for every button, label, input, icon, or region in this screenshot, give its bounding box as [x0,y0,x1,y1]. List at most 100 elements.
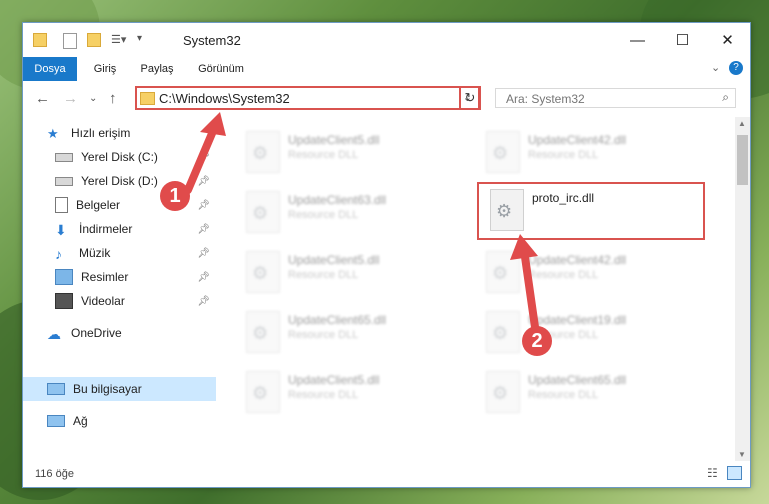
gear-icon: ⚙ [252,263,269,283]
maximize-button[interactable]: ☐ [660,23,705,57]
forward-icon[interactable]: → [63,90,78,107]
sidebar-item-label: Videolar [81,294,125,308]
videos-icon [55,293,73,309]
window-title: System32 [183,33,241,48]
step-badge-2: 2 [522,326,552,356]
ribbon-tabs: Dosya Giriş Paylaş Görünüm ⌄ ? [23,57,750,109]
explorer-window: ☰▾ ▾ System32 — ☐ ✕ Dosya Giriş Paylaş G… [22,22,751,488]
step-badge-1: 1 [160,181,190,211]
tab-view[interactable]: Görünüm [191,57,251,81]
vertical-scrollbar[interactable]: ▲ ▼ [735,117,750,461]
search-icon[interactable]: ⌕ [722,90,729,105]
tab-home[interactable]: Giriş [83,57,127,81]
gear-icon: ⚙ [252,323,269,343]
close-button[interactable]: ✕ [705,23,750,57]
sidebar-item-label: Ağ [73,414,88,428]
title-bar: ☰▾ ▾ System32 — ☐ ✕ [23,23,750,57]
refresh-button[interactable]: ↻ [459,86,481,110]
computer-icon [47,383,65,395]
music-icon: ♪ [55,246,62,262]
properties-icon[interactable] [63,33,77,49]
file-name: UpdateClient65.dll [288,313,387,327]
ribbon-collapse-icon[interactable]: ⌄ [711,61,720,74]
drive-icon [55,152,73,162]
file-description: Resource DLL [528,389,599,401]
list-item[interactable]: ⚙ UpdateClient19.dll Resource DLL [476,307,696,359]
gear-icon: ⚙ [492,323,509,343]
list-item[interactable]: ⚙ UpdateClient65.dll Resource DLL [476,367,696,419]
gear-icon: ⚙ [252,203,269,223]
file-description: Resource DLL [528,149,599,161]
scroll-thumb[interactable] [737,135,748,185]
sidebar-item-label: Hızlı erişim [71,126,131,140]
address-path: C:\Windows\System32 [159,91,290,106]
folder-icon [33,33,47,47]
sidebar-item-network[interactable]: Ağ [23,409,216,433]
pin-icon[interactable]: 📌︎ [197,200,210,211]
sidebar-item-music[interactable]: ♪ Müzik 📌︎ [23,241,216,265]
gear-icon: ⚙ [492,143,509,163]
gear-icon: ⚙ [492,263,509,283]
download-icon: ⬇ [55,222,67,238]
sidebar-item-label: Resimler [81,270,129,284]
gear-icon: ⚙ [252,143,269,163]
list-item[interactable]: ⚙ UpdateClient42.dll Resource DLL [476,247,696,299]
file-list: ⚙ UpdateClient5.dll Resource DLL ⚙ Updat… [216,117,735,461]
gear-icon: ⚙ [492,383,509,403]
list-item[interactable]: ⚙ UpdateClient63.dll Resource DLL [236,187,456,239]
file-name: UpdateClient63.dll [288,193,387,207]
sidebar-item-pictures[interactable]: Resimler 📌︎ [23,265,216,289]
file-name: UpdateClient5.dll [288,373,380,387]
help-icon[interactable]: ? [729,61,743,75]
search-input[interactable] [504,91,708,107]
drive-icon [55,176,73,186]
pin-icon[interactable]: 📌︎ [197,248,210,259]
file-description: Resource DLL [288,209,359,221]
file-name: UpdateClient5.dll [288,133,380,147]
sidebar-item-label: Yerel Disk (C:) [81,150,158,164]
customize-toolbar-icon[interactable]: ▾ [137,33,142,49]
list-item[interactable]: ⚙ UpdateClient5.dll Resource DLL [236,367,456,419]
sidebar-item-videos[interactable]: Videolar 📌︎ [23,289,216,313]
file-description: Resource DLL [288,329,359,341]
new-folder-icon[interactable] [87,33,101,47]
pin-icon[interactable]: 📌︎ [197,296,210,307]
folder-icon [140,92,155,105]
scroll-up-icon[interactable]: ▲ [738,119,746,128]
back-icon[interactable]: ← [35,90,50,107]
sidebar-item-label: Müzik [79,246,111,260]
minimize-button[interactable]: — [615,23,660,57]
list-item[interactable]: ⚙ UpdateClient42.dll Resource DLL [476,127,696,179]
list-item[interactable]: ⚙ UpdateClient5.dll Resource DLL [236,247,456,299]
file-name: UpdateClient5.dll [288,253,380,267]
address-bar[interactable]: C:\Windows\System32 ⌄ [135,86,480,110]
up-icon[interactable]: ↑ [109,90,117,107]
item-count: 116 öğe [35,468,74,480]
file-description: Resource DLL [288,269,359,281]
view-options-icon[interactable]: ☰▾ [111,33,129,49]
pictures-icon [55,269,73,285]
list-item[interactable]: ⚙ UpdateClient5.dll Resource DLL [236,127,456,179]
list-item[interactable]: ⚙ UpdateClient65.dll Resource DLL [236,307,456,359]
sidebar-item-label: Bu bilgisayar [73,382,142,396]
tab-share[interactable]: Paylaş [133,57,181,81]
file-name: UpdateClient42.dll [528,133,627,147]
large-icons-view-icon[interactable] [727,466,742,480]
onedrive-icon: ☁ [47,326,61,342]
pin-icon[interactable]: 📌︎ [197,272,210,283]
details-view-icon[interactable]: ☷ [707,466,718,480]
recent-locations-icon[interactable]: ⌄ [89,93,97,104]
status-bar: 116 öğe ☷ [23,461,750,487]
sidebar-item-this-pc[interactable]: Bu bilgisayar [23,377,216,401]
sidebar-item-downloads[interactable]: ⬇ İndirmeler 📌︎ [23,217,216,241]
navigation-bar: ← → ⌄ ↑ C:\Windows\System32 ⌄ ↻ ⌕ [23,81,750,117]
sidebar-item-onedrive[interactable]: ☁ OneDrive [23,321,216,345]
pin-icon[interactable]: 📌︎ [197,224,210,235]
file-name: UpdateClient65.dll [528,373,627,387]
scroll-down-icon[interactable]: ▼ [738,450,746,459]
sidebar-item-label: Yerel Disk (D:) [81,174,158,188]
file-highlight-box [477,182,705,240]
search-box[interactable]: ⌕ [495,88,736,108]
sidebar-item-label: İndirmeler [79,222,133,236]
sidebar-item-label: Belgeler [76,198,121,212]
